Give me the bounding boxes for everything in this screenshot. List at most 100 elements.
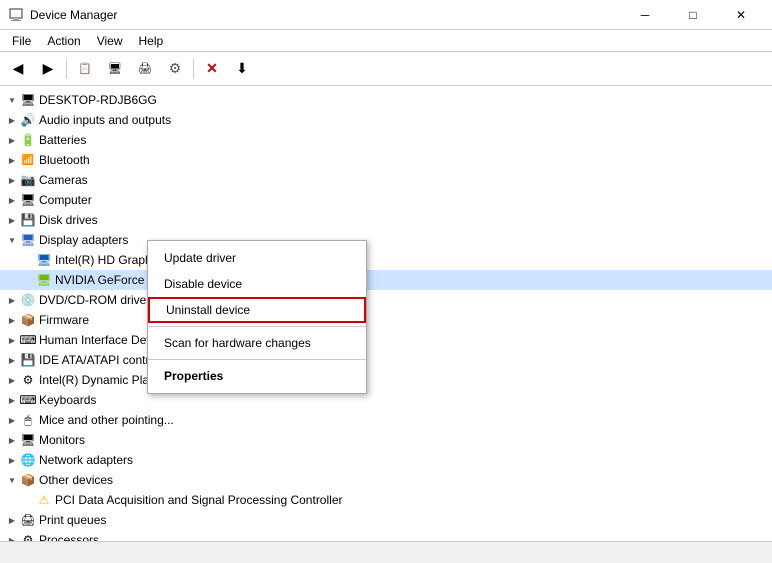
tree-computer[interactable]: ▶ 🖥 Computer	[0, 190, 772, 210]
toolbar-back[interactable]: ◀	[4, 56, 32, 82]
ide-icon: 💾	[20, 352, 36, 368]
computer-icon2: 🖥	[20, 192, 36, 208]
close-button[interactable]: ✕	[718, 0, 764, 30]
expand-bluetooth[interactable]: ▶	[4, 152, 20, 168]
ctx-disable-device[interactable]: Disable device	[148, 271, 366, 297]
expand-intel-dyn[interactable]: ▶	[4, 372, 20, 388]
toolbar-uninstall[interactable]: ✕	[198, 56, 226, 82]
expand-hid[interactable]: ▶	[4, 332, 20, 348]
intel-icon: 🖥	[36, 252, 52, 268]
expand-mice[interactable]: ▶	[4, 412, 20, 428]
expand-disk[interactable]: ▶	[4, 212, 20, 228]
tree-print[interactable]: ▶ 🖨 Print queues	[0, 510, 772, 530]
expand-computer[interactable]: ▶	[4, 192, 20, 208]
other-label: Other devices	[39, 473, 113, 487]
expand-network[interactable]: ▶	[4, 452, 20, 468]
toolbar-properties[interactable]: 📋	[71, 56, 99, 82]
tree-mice[interactable]: ▶ 🖱 Mice and other pointing...	[0, 410, 772, 430]
display-label: Display adapters	[39, 233, 128, 247]
cameras-label: Cameras	[39, 173, 88, 187]
nvidia-icon: 🖥	[36, 272, 52, 288]
toolbar-add[interactable]: ⚙	[161, 56, 189, 82]
network-label: Network adapters	[39, 453, 133, 467]
expand-cameras[interactable]: ▶	[4, 172, 20, 188]
expand-audio[interactable]: ▶	[4, 112, 20, 128]
firmware-icon: 📦	[20, 312, 36, 328]
expand-other[interactable]: ▼	[4, 472, 20, 488]
processors-label: Processors	[39, 533, 99, 541]
tree-bluetooth[interactable]: ▶ 📶 Bluetooth	[0, 150, 772, 170]
expand-batteries[interactable]: ▶	[4, 132, 20, 148]
toolbar-scan[interactable]: 🖨	[131, 56, 159, 82]
app-icon	[8, 7, 24, 23]
expand-monitors[interactable]: ▶	[4, 432, 20, 448]
bluetooth-label: Bluetooth	[39, 153, 90, 167]
mice-icon: 🖱	[20, 412, 36, 428]
firmware-label: Firmware	[39, 313, 89, 327]
pci-icon: ⚠	[36, 492, 52, 508]
expand-keyboards[interactable]: ▶	[4, 392, 20, 408]
toolbar-forward[interactable]: ▶	[34, 56, 62, 82]
ctx-uninstall-device[interactable]: Uninstall device	[148, 297, 366, 323]
window-title: Device Manager	[30, 8, 622, 22]
toolbar-download[interactable]: ⬇	[228, 56, 256, 82]
menu-bar: File Action View Help	[0, 30, 772, 52]
audio-label: Audio inputs and outputs	[39, 113, 171, 127]
device-tree[interactable]: ▼ 🖥 DESKTOP-RDJB6GG ▶ 🔊 Audio inputs and…	[0, 86, 772, 541]
tree-processors[interactable]: ▶ ⚙ Processors	[0, 530, 772, 541]
expand-display[interactable]: ▼	[4, 232, 20, 248]
monitors-icon: 🖥	[20, 432, 36, 448]
menu-file[interactable]: File	[4, 32, 39, 50]
tree-hid[interactable]: ▶ ⌨ Human Interface Devices	[0, 330, 772, 350]
tree-audio[interactable]: ▶ 🔊 Audio inputs and outputs	[0, 110, 772, 130]
tree-display[interactable]: ▼ 🖥 Display adapters	[0, 230, 772, 250]
audio-icon: 🔊	[20, 112, 36, 128]
tree-pci[interactable]: ▶ ⚠ PCI Data Acquisition and Signal Proc…	[0, 490, 772, 510]
minimize-button[interactable]: ─	[622, 0, 668, 30]
network-icon: 🌐	[20, 452, 36, 468]
expand-root[interactable]: ▼	[4, 92, 20, 108]
title-bar: Device Manager ─ □ ✕	[0, 0, 772, 30]
main-area: ▼ 🖥 DESKTOP-RDJB6GG ▶ 🔊 Audio inputs and…	[0, 86, 772, 541]
tree-monitors[interactable]: ▶ 🖥 Monitors	[0, 430, 772, 450]
tree-intel-gpu[interactable]: ▶ 🖥 Intel(R) HD Graphics 520	[0, 250, 772, 270]
batteries-label: Batteries	[39, 133, 86, 147]
ctx-properties[interactable]: Properties	[148, 363, 366, 389]
menu-action[interactable]: Action	[39, 32, 88, 50]
ctx-update-driver[interactable]: Update driver	[148, 245, 366, 271]
toolbar-update[interactable]: 🖥	[101, 56, 129, 82]
tree-dvd[interactable]: ▶ 💿 DVD/CD-ROM drives	[0, 290, 772, 310]
expand-dvd[interactable]: ▶	[4, 292, 20, 308]
tree-cameras[interactable]: ▶ 📷 Cameras	[0, 170, 772, 190]
context-menu: Update driver Disable device Uninstall d…	[147, 240, 367, 394]
tree-ide[interactable]: ▶ 💾 IDE ATA/ATAPI controllers	[0, 350, 772, 370]
tree-intel-dyn[interactable]: ▶ ⚙ Intel(R) Dynamic Platform...	[0, 370, 772, 390]
display-icon: 🖥	[20, 232, 36, 248]
tree-batteries[interactable]: ▶ 🔋 Batteries	[0, 130, 772, 150]
menu-view[interactable]: View	[89, 32, 131, 50]
expand-ide[interactable]: ▶	[4, 352, 20, 368]
pci-label: PCI Data Acquisition and Signal Processi…	[55, 493, 342, 507]
ctx-separator-2	[148, 359, 366, 360]
window-controls: ─ □ ✕	[622, 0, 764, 30]
toolbar-separator-2	[193, 59, 194, 79]
hid-icon: ⌨	[20, 332, 36, 348]
bluetooth-icon: 📶	[20, 152, 36, 168]
expand-processors[interactable]: ▶	[4, 532, 20, 541]
tree-other[interactable]: ▼ 📦 Other devices	[0, 470, 772, 490]
disk-icon: 💾	[20, 212, 36, 228]
mice-label: Mice and other pointing...	[39, 413, 174, 427]
tree-disk[interactable]: ▶ 💾 Disk drives	[0, 210, 772, 230]
tree-network[interactable]: ▶ 🌐 Network adapters	[0, 450, 772, 470]
ctx-scan-changes[interactable]: Scan for hardware changes	[148, 330, 366, 356]
menu-help[interactable]: Help	[131, 32, 172, 50]
maximize-button[interactable]: □	[670, 0, 716, 30]
root-label: DESKTOP-RDJB6GG	[39, 93, 157, 107]
status-bar	[0, 541, 772, 563]
expand-firmware[interactable]: ▶	[4, 312, 20, 328]
tree-nvidia[interactable]: ▶ 🖥 NVIDIA GeForce 940M	[0, 270, 772, 290]
tree-keyboards[interactable]: ▶ ⌨ Keyboards	[0, 390, 772, 410]
tree-firmware[interactable]: ▶ 📦 Firmware	[0, 310, 772, 330]
tree-root[interactable]: ▼ 🖥 DESKTOP-RDJB6GG	[0, 90, 772, 110]
expand-print[interactable]: ▶	[4, 512, 20, 528]
